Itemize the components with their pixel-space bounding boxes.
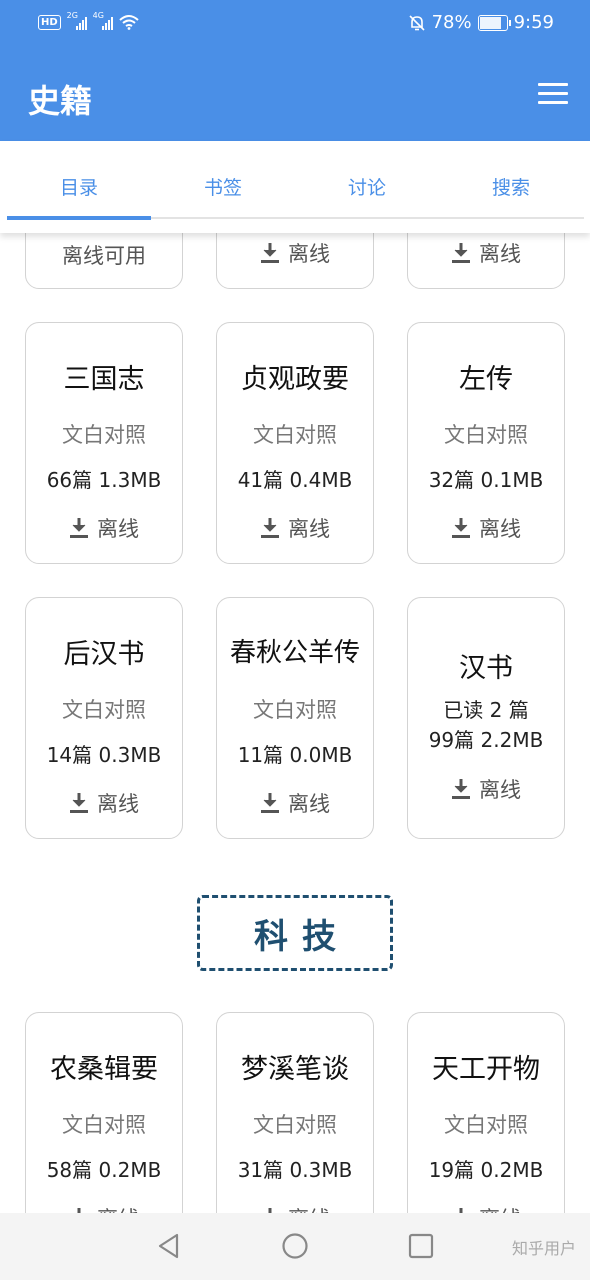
book-card[interactable]: 左传 文白对照 32篇 0.1MB 离线 (407, 322, 565, 564)
book-subtitle: 文白对照 (253, 423, 337, 447)
tab-bookmarks[interactable]: 书签 (151, 173, 295, 200)
book-card[interactable]: 离线可用 (25, 233, 183, 289)
book-size: 99篇 2.2MB (428, 728, 544, 752)
download-icon (452, 779, 470, 799)
offline-available-label: 离线可用 (62, 244, 146, 268)
wifi-icon (119, 15, 139, 30)
book-card[interactable]: 离线 (407, 233, 565, 289)
status-left: HD 2G 4G (38, 11, 139, 30)
download-icon (261, 518, 279, 538)
download-button[interactable]: 离线 (408, 1203, 564, 1213)
book-size: 19篇 0.2MB (428, 1158, 544, 1182)
download-label: 离线 (479, 517, 521, 541)
book-grid[interactable]: 离线可用 离线 离线 三国志 文白对照 66篇 1.3MB 离线 贞观政要 文白… (0, 233, 590, 1213)
book-size: 58篇 0.2MB (46, 1158, 162, 1182)
book-title: 梦溪笔谈 (241, 1054, 349, 1085)
signal-icon: 4G (93, 11, 113, 30)
download-button[interactable]: 离线 (217, 238, 373, 268)
download-icon (452, 243, 470, 263)
book-subtitle: 文白对照 (444, 1113, 528, 1137)
home-icon[interactable] (281, 1232, 309, 1260)
download-icon (452, 518, 470, 538)
book-card[interactable]: 离线 (216, 233, 374, 289)
recents-icon[interactable] (407, 1232, 435, 1260)
status-bar: HD 2G 4G 78% 9:59 (0, 0, 590, 50)
book-title: 春秋公羊传 (229, 638, 360, 668)
battery-icon (477, 14, 511, 31)
book-size: 41篇 0.4MB (237, 468, 353, 492)
section-header-technology: 科技 (197, 895, 393, 971)
book-size: 31篇 0.3MB (237, 1158, 353, 1182)
book-title: 贞观政要 (241, 364, 349, 395)
book-card[interactable]: 天工开物 文白对照 19篇 0.2MB 离线 (407, 1012, 565, 1213)
download-label: 离线 (97, 517, 139, 541)
book-card[interactable]: 三国志 文白对照 66篇 1.3MB 离线 (25, 322, 183, 564)
tab-discussion[interactable]: 讨论 (295, 173, 439, 200)
book-size: 66篇 1.3MB (46, 468, 162, 492)
book-card[interactable]: 梦溪笔谈 文白对照 31篇 0.3MB 离线 (216, 1012, 374, 1213)
download-label: 离线 (479, 242, 521, 266)
download-icon (261, 243, 279, 263)
download-button[interactable]: 离线 (408, 238, 564, 268)
book-subtitle: 文白对照 (444, 423, 528, 447)
download-label: 离线 (288, 242, 330, 266)
book-title: 汉书 (459, 653, 513, 684)
tab-bar: 目录 书签 讨论 搜索 (0, 141, 590, 233)
book-subtitle: 文白对照 (62, 1113, 146, 1137)
tab-indicator (7, 216, 151, 220)
clock: 9:59 (513, 12, 554, 33)
download-label: 离线 (288, 792, 330, 816)
download-button[interactable]: 离线 (26, 788, 182, 818)
download-button[interactable]: 离线 (217, 513, 373, 543)
tab-catalog[interactable]: 目录 (7, 173, 151, 200)
book-card[interactable]: 后汉书 文白对照 14篇 0.3MB 离线 (25, 597, 183, 839)
book-subtitle: 文白对照 (62, 698, 146, 722)
download-label: 离线 (479, 778, 521, 802)
bell-muted-icon (408, 14, 425, 31)
book-title: 三国志 (63, 364, 145, 395)
battery-percent: 78% (431, 12, 472, 33)
book-size: 32篇 0.1MB (428, 468, 544, 492)
book-subtitle: 文白对照 (253, 1113, 337, 1137)
system-nav-bar: 知乎用户 (0, 1213, 590, 1280)
download-icon (70, 518, 88, 538)
book-subtitle: 文白对照 (253, 698, 337, 722)
signal-icon: 2G (67, 11, 87, 30)
book-card[interactable]: 农桑辑要 文白对照 58篇 0.2MB 离线 (25, 1012, 183, 1213)
book-card[interactable]: 汉书 已读 2 篇 99篇 2.2MB 离线 (407, 597, 565, 839)
book-card[interactable]: 春秋公羊传 文白对照 11篇 0.0MB 离线 (216, 597, 374, 839)
back-icon[interactable] (155, 1232, 183, 1260)
download-icon (70, 793, 88, 813)
book-subtitle: 文白对照 (62, 423, 146, 447)
app-bar: 史籍 (0, 50, 590, 141)
book-title: 左传 (459, 364, 513, 395)
hd-badge: HD (38, 14, 61, 30)
download-label: 离线 (479, 1203, 521, 1213)
book-size: 14篇 0.3MB (46, 743, 162, 767)
watermark: 知乎用户 (511, 1239, 576, 1258)
download-button[interactable]: 离线 (26, 513, 182, 543)
download-button[interactable]: 离线 (26, 1203, 182, 1213)
book-title: 农桑辑要 (50, 1054, 158, 1085)
download-label: 离线 (288, 517, 330, 541)
status-right: 78% 9:59 (408, 12, 554, 33)
tab-search[interactable]: 搜索 (439, 173, 583, 200)
download-button[interactable]: 离线 (217, 788, 373, 818)
page-title: 史籍 (28, 82, 93, 120)
download-button[interactable]: 离线 (408, 774, 564, 804)
book-title: 后汉书 (63, 639, 145, 670)
book-title: 天工开物 (432, 1054, 540, 1085)
download-button[interactable]: 离线 (217, 1203, 373, 1213)
book-size: 11篇 0.0MB (237, 743, 353, 767)
book-card[interactable]: 贞观政要 文白对照 41篇 0.4MB 离线 (216, 322, 374, 564)
read-progress: 已读 2 篇 (443, 698, 529, 722)
download-label: 离线 (97, 1203, 139, 1213)
download-label: 离线 (288, 1203, 330, 1213)
hamburger-menu-icon[interactable] (538, 83, 568, 107)
download-button[interactable]: 离线 (408, 513, 564, 543)
download-icon (261, 793, 279, 813)
download-label: 离线 (97, 792, 139, 816)
